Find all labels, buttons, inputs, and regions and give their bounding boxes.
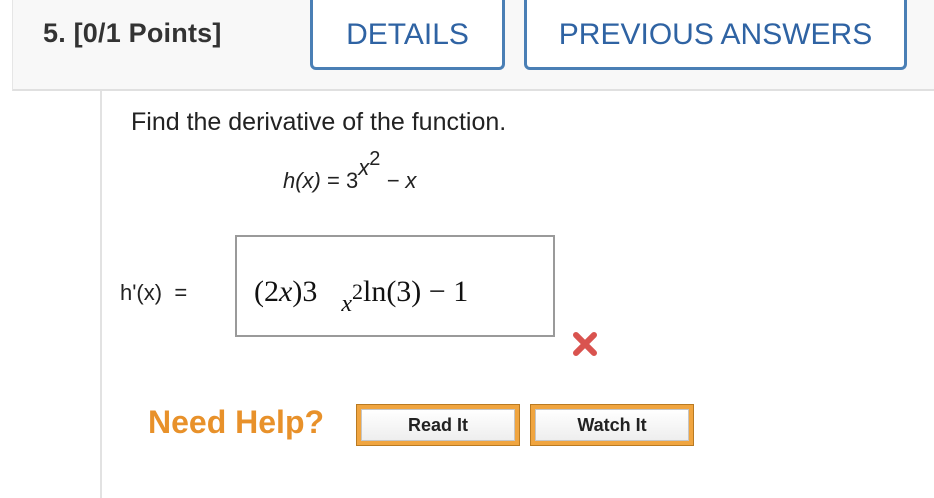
answer-part1: (2 — [254, 275, 279, 308]
previous-answers-button[interactable]: PREVIOUS ANSWERS — [524, 0, 907, 70]
answer-exponent-var: x — [341, 291, 352, 317]
watch-it-label: Watch It — [535, 409, 689, 441]
details-button[interactable]: DETAILS — [310, 0, 505, 70]
answer-expression: (2 x )3 x2 ln(3) − 1 — [254, 275, 468, 362]
read-it-button[interactable]: Read It — [356, 404, 520, 446]
answer-part1-var: x — [279, 275, 293, 308]
function-exponent-var: x — [358, 155, 370, 180]
need-help-label: Need Help? — [148, 404, 325, 440]
function-rest: − x — [380, 168, 417, 193]
function-lhs: h(x) — [283, 168, 321, 193]
answer-label: h'(x) = — [120, 280, 188, 305]
function-equals: = — [320, 168, 346, 193]
question-number: 5. [0/1 Points] — [43, 18, 222, 48]
answer-part3: ln(3) − 1 — [362, 275, 469, 308]
function-expression: h(x) = 3 x 2 − x — [283, 148, 417, 194]
read-it-label: Read It — [361, 409, 515, 441]
answer-part2: )3 — [292, 275, 318, 308]
content-divider — [100, 91, 102, 498]
function-exponent: x 2 — [358, 148, 380, 181]
watch-it-button[interactable]: Watch It — [530, 404, 694, 446]
answer-exponent: x2 — [317, 264, 363, 345]
question-prompt: Find the derivative of the function. — [131, 108, 507, 136]
answer-exponent-power: 2 — [351, 279, 363, 304]
function-base: 3 — [345, 168, 359, 193]
function-exponent-power: 2 — [369, 148, 381, 170]
incorrect-icon — [573, 332, 597, 356]
question-header: 5. [0/1 Points] DETAILS PREVIOUS ANSWERS — [12, 0, 934, 91]
